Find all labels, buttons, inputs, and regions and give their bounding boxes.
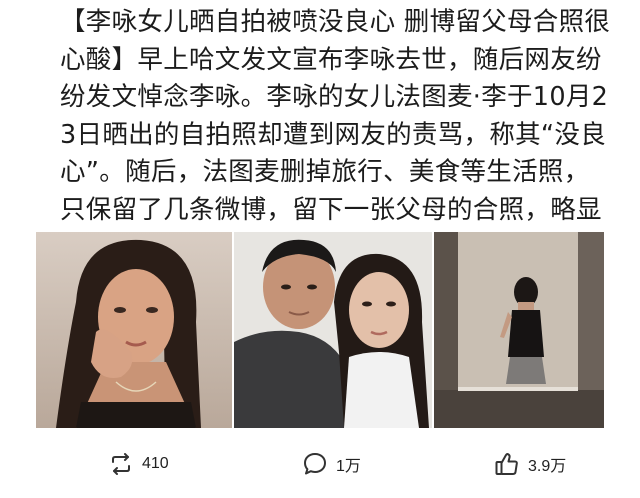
repost-icon (108, 451, 134, 477)
photo-grid (36, 232, 604, 428)
repost-count: 410 (142, 455, 169, 472)
thumbs-up-icon (494, 451, 520, 477)
photo-father-daughter[interactable] (234, 232, 432, 428)
photo-mirror-selfie[interactable] (434, 232, 604, 428)
repost-button[interactable]: 410 (108, 446, 169, 482)
comment-count: 1万 (336, 458, 361, 475)
photo-selfie[interactable] (36, 232, 232, 428)
post-text: 【李咏女儿晒自拍被喷没良心 删博留父母合照很心酸】早上哈文发文宣布李咏去世，随后… (60, 7, 611, 262)
comment-icon (302, 451, 328, 477)
like-button[interactable]: 3.9万 (494, 446, 566, 482)
action-bar: 410 1万 3.9万 (0, 446, 640, 482)
comment-button[interactable]: 1万 (302, 446, 361, 482)
like-count: 3.9万 (528, 458, 567, 475)
